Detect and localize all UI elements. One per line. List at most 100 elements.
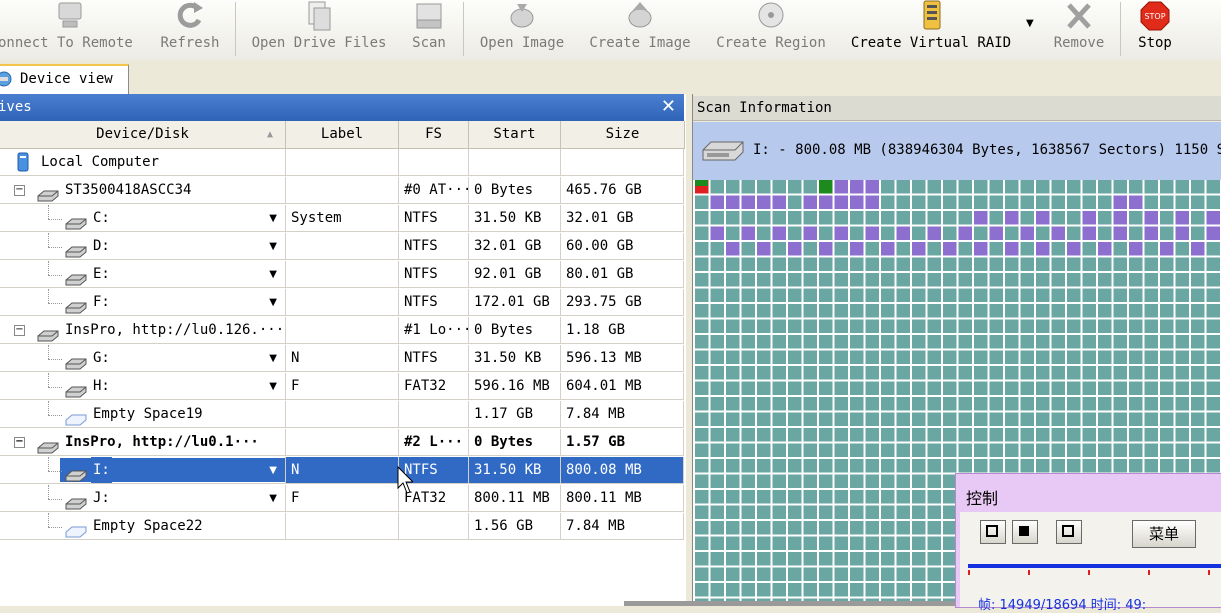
sector-block <box>958 288 972 302</box>
cell-name[interactable]: Empty Space22 <box>0 513 286 540</box>
sector-block <box>1144 288 1158 302</box>
sector-block <box>881 304 895 318</box>
table-row[interactable]: J: ▼ F FAT32 800.11 MB 800.11 MB <box>0 485 684 513</box>
dropdown-arrow-icon[interactable]: ▼ <box>269 485 277 511</box>
sector-block <box>881 226 895 240</box>
sector-block <box>1160 273 1174 287</box>
cell-label: System <box>286 205 399 232</box>
close-icon[interactable]: ✕ <box>661 96 676 117</box>
table-row[interactable]: D: ▼ NTFS 32.01 GB 60.00 GB <box>0 233 684 261</box>
menu-button[interactable]: 菜单 <box>1132 520 1196 548</box>
sector-block <box>1036 397 1050 411</box>
create-region-button[interactable]: Create Region <box>712 0 830 60</box>
column-header-size[interactable]: Size <box>561 121 685 149</box>
chevron-down-icon[interactable]: ▼ <box>1026 18 1034 29</box>
tree-line <box>48 415 62 417</box>
column-header-device[interactable]: Device/Disk ▲ <box>0 121 286 149</box>
table-row[interactable]: − ST3500418ASCC34 #0 AT··· 0 Bytes 465.76 GB <box>0 177 684 205</box>
sector-block <box>1005 257 1019 271</box>
cell-name[interactable]: I: ▼ <box>0 457 286 484</box>
stop-playback-button[interactable] <box>1012 520 1038 544</box>
sector-block <box>912 412 926 426</box>
cell-name[interactable]: Empty Space19 <box>0 401 286 428</box>
sector-block <box>989 273 1003 287</box>
column-header-label[interactable]: Label <box>286 121 399 149</box>
table-row[interactable]: C: ▼ System NTFS 31.50 KB 32.01 GB <box>0 205 684 233</box>
stop-button[interactable]: STOP Stop <box>1130 0 1180 60</box>
partition-icon <box>64 213 87 230</box>
create-image-button[interactable]: Create Image <box>585 0 695 60</box>
sector-block <box>896 304 910 318</box>
sector-block <box>1051 288 1065 302</box>
dropdown-arrow-icon[interactable]: ▼ <box>269 345 277 371</box>
table-row[interactable]: H: ▼ F FAT32 596.16 MB 604.01 MB <box>0 373 684 401</box>
sector-block <box>850 304 864 318</box>
collapse-icon[interactable]: − <box>14 325 25 336</box>
column-header-start[interactable]: Start <box>469 121 561 149</box>
table-row[interactable]: E: ▼ NTFS 92.01 GB 80.01 GB <box>0 261 684 289</box>
cell-name[interactable]: − InsPro, http://lu0.1··· <box>0 429 286 456</box>
sector-block <box>1191 319 1205 333</box>
remove-button[interactable]: Remove <box>1050 0 1108 60</box>
sector-block <box>865 273 879 287</box>
sector-block <box>834 180 848 194</box>
table-row[interactable]: Empty Space19 1.17 GB 7.84 MB <box>0 401 684 429</box>
refresh-button[interactable]: Refresh <box>155 0 225 60</box>
cell-name[interactable]: − ST3500418ASCC34 <box>0 177 286 204</box>
dropdown-arrow-icon[interactable]: ▼ <box>269 289 277 315</box>
sector-block <box>710 459 724 473</box>
sector-block <box>1144 273 1158 287</box>
table-row[interactable]: I: ▼ N NTFS 31.50 KB 800.08 MB <box>0 457 684 485</box>
tab-device-view[interactable]: Device view <box>0 64 129 95</box>
sector-block <box>834 521 848 535</box>
scan-button[interactable]: Scan <box>404 0 454 60</box>
sector-block <box>834 505 848 519</box>
table-row[interactable]: Local Computer <box>0 149 684 177</box>
open-drive-files-button[interactable]: Open Drive Files <box>248 0 390 60</box>
cell-name[interactable]: G: ▼ <box>0 345 286 372</box>
playback-progress[interactable] <box>968 564 1221 568</box>
next-frame-button[interactable] <box>1056 520 1082 544</box>
sector-block <box>710 257 724 271</box>
dropdown-arrow-icon[interactable]: ▼ <box>269 373 277 399</box>
drives-panel-title: ives <box>0 99 32 115</box>
sector-block <box>695 552 709 566</box>
collapse-icon[interactable]: − <box>14 437 25 448</box>
sector-block <box>881 242 895 256</box>
sector-block <box>1020 397 1034 411</box>
dropdown-arrow-icon[interactable]: ▼ <box>269 205 277 231</box>
cell-name[interactable]: J: ▼ <box>0 485 286 512</box>
dropdown-arrow-icon[interactable]: ▼ <box>269 261 277 287</box>
table-row[interactable]: Empty Space22 1.56 GB 7.84 MB <box>0 513 684 541</box>
cell-name[interactable]: C: ▼ <box>0 205 286 232</box>
sector-block <box>896 335 910 349</box>
create-virtual-raid-button[interactable]: Create Virtual RAID <box>846 0 1016 60</box>
cell-name[interactable]: D: ▼ <box>0 233 286 260</box>
connect-remote-button[interactable]: onnect To Remote <box>0 0 140 60</box>
open-image-button[interactable]: Open Image <box>475 0 569 60</box>
cell-name[interactable]: H: ▼ <box>0 373 286 400</box>
dropdown-arrow-icon[interactable]: ▼ <box>269 233 277 259</box>
cell-name[interactable]: − InsPro, http://lu0.126.··· <box>0 317 286 344</box>
sector-block <box>927 319 941 333</box>
column-header-fs[interactable]: FS <box>399 121 469 149</box>
sector-block <box>1067 304 1081 318</box>
table-row[interactable]: F: ▼ NTFS 172.01 GB 293.75 GB <box>0 289 684 317</box>
sector-block <box>834 381 848 395</box>
table-row[interactable]: − InsPro, http://lu0.1··· #2 L··· 0 Bytes 1.… <box>0 429 684 457</box>
sector-block <box>1020 288 1034 302</box>
sector-block <box>1051 195 1065 209</box>
table-row[interactable]: − InsPro, http://lu0.126.··· #1 Lo··· 0 Byt… <box>0 317 684 345</box>
dropdown-arrow-icon[interactable]: ▼ <box>269 457 277 483</box>
sector-block <box>865 536 879 550</box>
collapse-icon[interactable]: − <box>14 185 25 196</box>
sector-block <box>881 459 895 473</box>
pause-button[interactable] <box>980 520 1006 544</box>
cell-name[interactable]: Local Computer <box>0 149 286 176</box>
sector-block <box>974 350 988 364</box>
cell-name[interactable]: E: ▼ <box>0 261 286 288</box>
sector-block <box>912 335 926 349</box>
cell-name[interactable]: F: ▼ <box>0 289 286 316</box>
sector-block <box>1005 397 1019 411</box>
table-row[interactable]: G: ▼ N NTFS 31.50 KB 596.13 MB <box>0 345 684 373</box>
